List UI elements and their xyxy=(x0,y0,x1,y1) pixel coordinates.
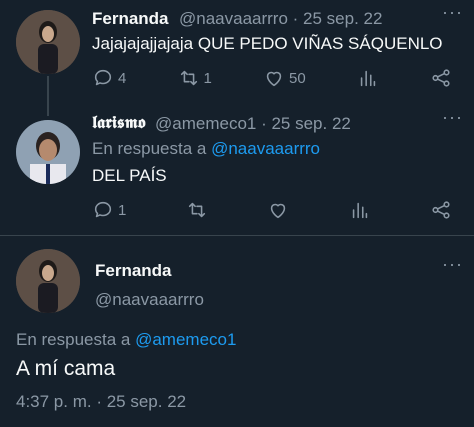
reply-icon xyxy=(94,69,112,86)
avatar-photo xyxy=(16,120,80,184)
tweet-1[interactable]: Fernanda @naavaaarrro · 25 sep. 22 ··· J… xyxy=(0,0,474,116)
reply-icon xyxy=(94,201,112,218)
heart-icon xyxy=(270,203,286,219)
share-icon xyxy=(432,69,450,87)
tweet-text: DEL PAÍS xyxy=(92,166,167,185)
retweet-button[interactable]: 1 xyxy=(178,67,212,89)
avatar-photo xyxy=(16,10,80,74)
retweet-count: 1 xyxy=(203,69,212,87)
main-tweet: Fernanda @naavaaarrro ··· En respuesta a… xyxy=(0,235,474,427)
tweet-text: A mí cama xyxy=(16,357,116,380)
analytics-button[interactable] xyxy=(357,67,379,89)
avatar-photo xyxy=(16,249,80,313)
display-name[interactable]: 𝖑𝖆𝖗𝖎𝖘𝖒𝖔 xyxy=(92,113,146,133)
reply-prefix: En respuesta a xyxy=(92,139,207,158)
action-bar: 1 xyxy=(92,198,452,222)
avatar[interactable] xyxy=(16,249,80,313)
more-icon[interactable]: ··· xyxy=(442,254,463,275)
action-bar: 4 1 50 xyxy=(92,66,452,90)
retweet-button[interactable] xyxy=(186,199,208,221)
reply-count: 4 xyxy=(118,69,127,87)
reply-context: En respuesta a @naavaaarrro xyxy=(92,139,320,159)
analytics-button[interactable] xyxy=(349,199,371,221)
like-button[interactable] xyxy=(267,199,289,221)
reply-button[interactable]: 4 xyxy=(92,67,126,89)
share-icon xyxy=(432,201,450,219)
reply-count: 1 xyxy=(118,201,127,219)
display-name[interactable]: Fernanda xyxy=(92,9,169,29)
like-count: 50 xyxy=(289,69,306,87)
reply-button[interactable]: 1 xyxy=(92,199,126,221)
reply-context: En respuesta a @amemeco1 xyxy=(16,330,236,350)
retweet-icon xyxy=(188,202,205,218)
share-button[interactable] xyxy=(430,67,452,89)
handle-and-time[interactable]: @amemeco1 · 25 sep. 22 xyxy=(155,114,351,134)
heart-icon xyxy=(266,71,282,87)
handle[interactable]: @naavaaarrro xyxy=(95,290,204,310)
avatar[interactable] xyxy=(16,10,80,74)
share-button[interactable] xyxy=(430,199,452,221)
avatar[interactable] xyxy=(16,120,80,184)
retweet-icon xyxy=(180,70,197,86)
analytics-icon xyxy=(360,70,376,87)
like-button[interactable]: 50 xyxy=(263,67,306,89)
analytics-icon xyxy=(352,202,367,219)
reply-to-link[interactable]: @naavaaarrro xyxy=(211,139,320,158)
reply-to-link[interactable]: @amemeco1 xyxy=(135,330,236,349)
tweet-2[interactable]: 𝖑𝖆𝖗𝖎𝖘𝖒𝖔 @amemeco1 · 25 sep. 22 ··· En re… xyxy=(0,107,474,235)
more-icon[interactable]: ··· xyxy=(442,2,463,23)
display-name[interactable]: Fernanda xyxy=(95,261,172,281)
handle-and-time[interactable]: @naavaaarrro · 25 sep. 22 xyxy=(179,9,382,29)
more-icon[interactable]: ··· xyxy=(442,107,463,128)
timestamp[interactable]: 4:37 p. m. · 25 sep. 22 xyxy=(16,392,186,412)
tweet-text: Jajajajajjajaja QUE PEDO VIÑAS SÁQUENLO xyxy=(92,34,443,53)
reply-prefix: En respuesta a xyxy=(16,330,131,349)
